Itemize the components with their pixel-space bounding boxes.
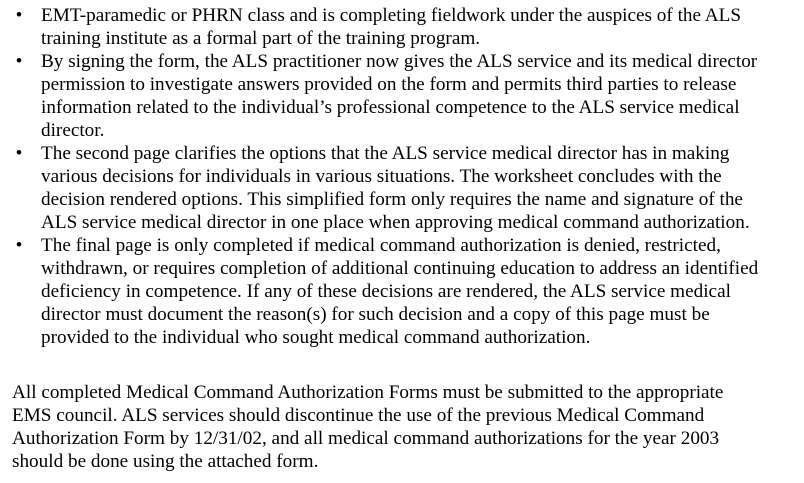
text-line: deficiency in competence. If any of thes… — [41, 281, 731, 302]
text-line: Authorization Form by 12/31/02, and all … — [12, 428, 720, 449]
bullet-item: • By signing the form, the ALS practitio… — [0, 50, 800, 142]
text-line: various decisions for individuals in var… — [41, 166, 722, 187]
text-line: provided to the individual who sought me… — [41, 327, 591, 348]
text-line: The final page is only completed if medi… — [41, 235, 721, 256]
bullet-item: • The second page clarifies the options … — [0, 142, 800, 234]
text-line: The second page clarifies the options th… — [41, 143, 730, 164]
text-line: should be done using the attached form. — [12, 451, 319, 472]
bullet-dot-icon: • — [15, 235, 23, 256]
bullet-item: • EMT-paramedic or PHRN class and is com… — [0, 4, 800, 50]
text-line: ALS service medical director in one plac… — [41, 212, 750, 233]
bullet-dot-icon: • — [15, 143, 23, 164]
bullet-dot-icon: • — [15, 51, 23, 72]
text-line: withdrawn, or requires completion of add… — [41, 258, 759, 279]
bullet-dot-icon: • — [15, 5, 23, 26]
text-line: training institute as a formal part of t… — [41, 28, 481, 49]
text-line: All completed Medical Command Authorizat… — [12, 382, 724, 403]
closing-paragraph: All completed Medical Command Authorizat… — [12, 381, 802, 473]
bullet-list: • EMT-paramedic or PHRN class and is com… — [0, 4, 800, 349]
bullet-item: • The final page is only completed if me… — [0, 234, 800, 349]
text-line: decision rendered options. This simplifi… — [41, 189, 743, 210]
text-line: information related to the individual’s … — [41, 97, 740, 118]
document-page: • EMT-paramedic or PHRN class and is com… — [0, 0, 804, 483]
text-line: EMS council. ALS services should discont… — [12, 405, 705, 426]
text-line: permission to investigate answers provid… — [41, 74, 737, 95]
text-line: director must document the reason(s) for… — [41, 304, 710, 325]
text-line: By signing the form, the ALS practitione… — [41, 51, 758, 72]
text-line: director. — [41, 120, 105, 141]
text-line: EMT-paramedic or PHRN class and is compl… — [41, 5, 742, 26]
